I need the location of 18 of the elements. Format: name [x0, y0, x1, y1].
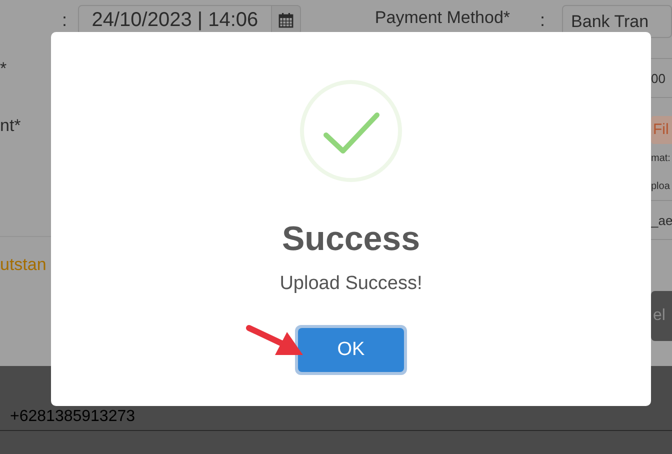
hint-text: mat: [651, 152, 670, 164]
field-value: 00 [651, 70, 666, 86]
cancel-button[interactable]: el [651, 291, 672, 341]
field-label: nt* [0, 115, 22, 137]
date-field[interactable]: 24/10/2023 | 14:06 [78, 5, 272, 35]
field-label: * [0, 58, 8, 80]
calendar-icon [278, 12, 294, 28]
hint-text: ploa [651, 180, 670, 192]
dialog-message: Upload Success! [280, 273, 422, 295]
dialog-title: Success [282, 220, 420, 259]
phone-number: +6281385913273 [9, 407, 136, 427]
separator-colon: : [540, 10, 546, 31]
separator-colon: : [62, 10, 68, 31]
field-label: Payment Method* [374, 8, 510, 28]
success-check-icon [299, 79, 403, 183]
field-value: _ae [651, 212, 672, 228]
outstanding-text: utstan [0, 254, 48, 276]
ok-button[interactable]: OK [298, 328, 404, 372]
